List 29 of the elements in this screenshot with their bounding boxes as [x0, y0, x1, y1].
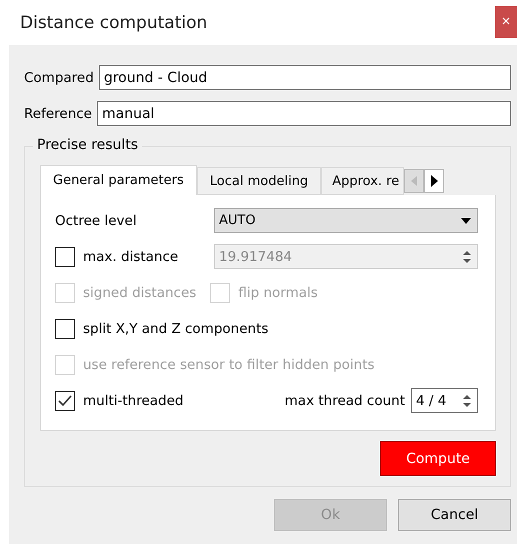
- close-button[interactable]: ×: [495, 6, 517, 38]
- checkbox-label: split X,Y and Z components: [83, 320, 268, 336]
- input-field[interactable]: ground - Cloud: [98, 65, 511, 90]
- tab[interactable]: Local modeling: [196, 167, 322, 195]
- checkbox-label: signed distances: [83, 284, 196, 300]
- checkmark-icon: [58, 394, 72, 406]
- checkbox[interactable]: [55, 390, 75, 410]
- checkbox-label: max. distance: [83, 248, 178, 264]
- scroll-right-button[interactable]: [424, 169, 444, 193]
- checkbox-label: multi-threaded: [83, 392, 184, 408]
- tab[interactable]: Approx. re: [321, 167, 404, 195]
- window-title: Distance computation: [20, 12, 208, 32]
- checkbox-label: flip normals: [238, 284, 318, 300]
- checkbox[interactable]: [55, 318, 75, 338]
- left-arrow-icon: [411, 176, 418, 186]
- input-field[interactable]: manual: [96, 101, 511, 126]
- spin-field[interactable]: 4 / 4: [411, 388, 478, 413]
- dropdown[interactable]: AUTO: [214, 208, 478, 233]
- field-label: Compared: [24, 70, 94, 86]
- octree-label: Octree level: [55, 212, 137, 228]
- checkbox-label: use reference sensor to filter hidden points: [83, 356, 375, 372]
- field-label: Reference: [24, 106, 92, 122]
- thread-count-label: max thread count: [284, 392, 405, 408]
- compute-button[interactable]: Compute: [380, 441, 496, 476]
- checkbox[interactable]: [55, 246, 75, 266]
- tab[interactable]: General parameters: [40, 165, 197, 195]
- caret-icon: [461, 218, 471, 224]
- cancel-button[interactable]: Cancel: [398, 499, 511, 531]
- right-arrow-icon: [430, 175, 438, 187]
